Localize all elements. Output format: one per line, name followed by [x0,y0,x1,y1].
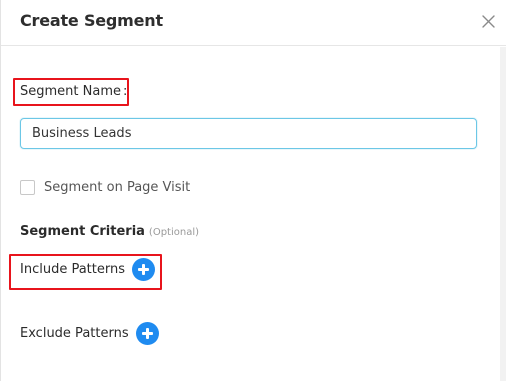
segment-criteria-optional-note: (Optional) [148,227,200,238]
segment-criteria-heading: Segment Criteria (Optional) [20,224,199,239]
highlight-box-segment-name [13,78,129,106]
add-exclude-pattern-icon[interactable] [135,322,159,345]
segment-criteria-title: Segment Criteria [20,224,145,239]
page-visit-option[interactable]: Segment on Page Visit [20,178,190,196]
page-visit-label: Segment on Page Visit [44,179,191,195]
page-visit-checkbox[interactable] [20,179,35,195]
scrollbar[interactable] [500,47,506,381]
exclude-patterns-label: Exclude Patterns [20,326,129,341]
exclude-patterns-row: Exclude Patterns [20,322,159,345]
dialog-header: Create Segment [1,0,506,46]
create-segment-dialog: Create Segment Segment Name: Segment on … [0,0,506,381]
highlight-box-include-patterns [9,254,162,290]
dialog-title: Create Segment [20,11,163,30]
segment-name-input[interactable] [20,118,477,149]
close-icon[interactable] [479,12,499,32]
